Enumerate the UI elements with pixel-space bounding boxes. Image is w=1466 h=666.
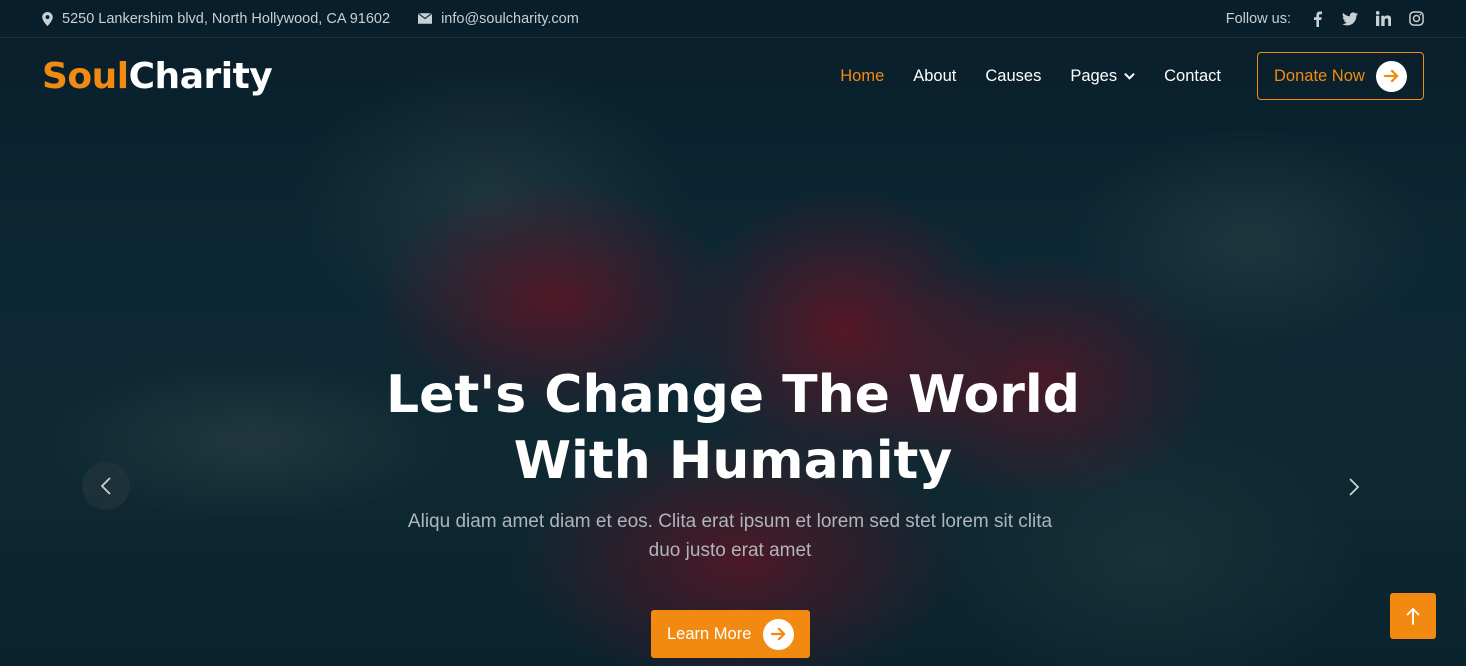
nav-contact[interactable]: Contact xyxy=(1164,67,1221,86)
logo-charity: Charity xyxy=(128,55,273,97)
arrow-up-icon xyxy=(1406,608,1420,625)
learn-more-button[interactable]: Learn More xyxy=(651,610,810,658)
learn-more-label: Learn More xyxy=(667,624,752,643)
top-bar: 5250 Lankershim blvd, North Hollywood, C… xyxy=(0,0,1466,38)
instagram-icon[interactable] xyxy=(1408,11,1424,27)
hero-subtitle: Aliqu diam amet diam et eos. Clita erat … xyxy=(370,507,1090,565)
address-text: 5250 Lankershim blvd, North Hollywood, C… xyxy=(62,10,391,27)
hero-subtitle-line-2: duo justo erat amet xyxy=(648,540,812,561)
nav-home[interactable]: Home xyxy=(840,67,884,86)
nav-pages-label: Pages xyxy=(1070,66,1118,85)
main-navbar: SoulCharity Home About Causes Pages Cont… xyxy=(0,39,1466,113)
hero-subtitle-line-1: Aliqu diam amet diam et eos. Clita erat … xyxy=(407,511,1053,532)
hero-title: Let's Change The World With Humanity xyxy=(0,362,1466,494)
map-marker-icon xyxy=(42,11,53,26)
nav-causes[interactable]: Causes xyxy=(985,67,1041,86)
email-info[interactable]: info@soulcharity.com xyxy=(418,11,579,27)
logo-soul: Soul xyxy=(42,55,129,97)
email-link[interactable]: info@soulcharity.com xyxy=(441,11,579,27)
nav-about[interactable]: About xyxy=(913,67,956,86)
envelope-icon xyxy=(418,13,433,24)
chevron-down-icon xyxy=(1124,72,1135,80)
arrow-right-icon xyxy=(1376,60,1407,92)
logo[interactable]: SoulCharity xyxy=(42,55,273,97)
twitter-icon[interactable] xyxy=(1342,11,1358,27)
social-links xyxy=(1309,11,1424,27)
hero-title-line-2: With Humanity xyxy=(513,431,953,491)
linkedin-icon[interactable] xyxy=(1375,11,1391,27)
back-to-top-button[interactable] xyxy=(1390,593,1436,639)
nav-menu: Home About Causes Pages Contact xyxy=(811,67,1221,86)
facebook-icon[interactable] xyxy=(1309,11,1325,27)
address-info: 5250 Lankershim blvd, North Hollywood, C… xyxy=(42,11,390,27)
nav-pages[interactable]: Pages xyxy=(1070,67,1135,86)
donate-now-button[interactable]: Donate Now xyxy=(1257,52,1424,100)
follow-us-label: Follow us: xyxy=(1225,10,1291,27)
donate-now-label: Donate Now xyxy=(1274,66,1365,85)
arrow-right-icon xyxy=(763,618,794,650)
hero-title-line-1: Let's Change The World xyxy=(386,365,1080,425)
